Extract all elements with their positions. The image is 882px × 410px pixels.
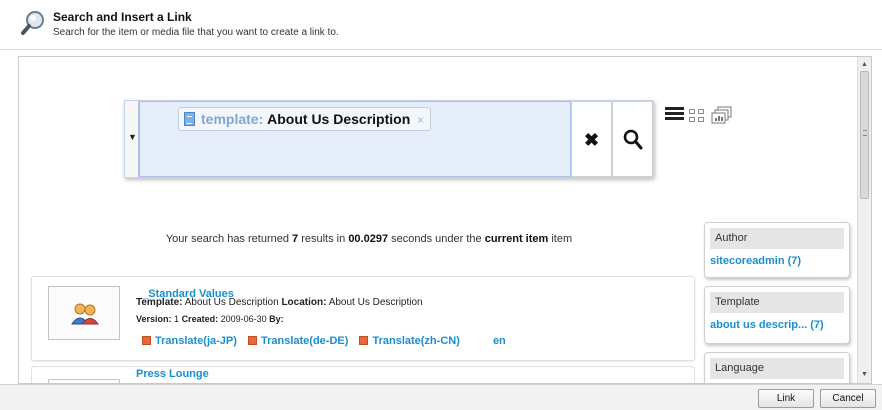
grid-view-icon[interactable] [689, 109, 706, 123]
scroll-up-icon[interactable]: ▲ [858, 59, 871, 71]
facet-template: Template about us descrip... (7) [704, 286, 850, 344]
facet-header: Language [710, 358, 844, 379]
translate-icon [359, 336, 369, 345]
search-options-dropdown[interactable]: ▼ [125, 101, 139, 177]
search-content-panel: ▼ template: About Us Description × ✖ You… [18, 56, 872, 384]
scroll-down-icon[interactable]: ▼ [858, 369, 871, 381]
translate-link[interactable]: Translate(de-DE) [247, 335, 348, 347]
translate-link[interactable]: Translate(ja-JP) [142, 335, 237, 347]
language-links: Translate(ja-JP) Translate(de-DE) Transl… [142, 335, 506, 347]
search-icon [623, 129, 643, 150]
result-item[interactable]: Press Lounge [31, 366, 695, 383]
translate-link[interactable]: Translate(zh-CN) [359, 335, 460, 347]
clear-search-button[interactable]: ✖ [571, 101, 612, 177]
result-title[interactable]: Press Lounge [136, 368, 209, 380]
facet-header: Author [710, 228, 844, 249]
current-language-link[interactable]: en [493, 335, 506, 347]
translate-icon [247, 336, 257, 345]
dialog-subtitle: Search for the item or media file that y… [53, 27, 339, 38]
search-input[interactable]: template: About Us Description × [139, 101, 571, 177]
facet-value-link[interactable]: sitecoreadmin (7) [705, 249, 849, 267]
result-thumbnail[interactable] [48, 286, 120, 340]
link-button[interactable]: Link [758, 389, 814, 408]
search-button[interactable] [612, 101, 653, 177]
magnifier-icon [21, 11, 44, 35]
result-template-location: Template: About Us Description Location:… [136, 297, 423, 308]
facet-value-link[interactable]: about us descrip... (7) [705, 313, 849, 331]
search-box: ▼ template: About Us Description × ✖ [124, 100, 654, 178]
facet-header: Template [710, 292, 844, 313]
facet-author: Author sitecoreadmin (7) [704, 222, 850, 278]
results-summary: Your search has returned 7 results in 00… [165, 233, 573, 245]
dropdown-arrow-icon: ▼ [128, 132, 137, 142]
dialog-header: Search and Insert a Link Search for the … [0, 0, 882, 50]
search-token-template[interactable]: template: About Us Description × [178, 107, 432, 131]
dialog-footer: Link Cancel [0, 384, 882, 410]
translate-icon [142, 336, 151, 345]
vertical-scrollbar[interactable]: ▲ ▼ [857, 57, 871, 383]
result-version-info: Version: 1 Created: 2009-06-30 By: [136, 314, 284, 324]
cancel-button[interactable]: Cancel [820, 389, 876, 408]
facet-language: Language [704, 352, 850, 383]
detail-view-icon[interactable] [711, 106, 733, 124]
token-value: About Us Description [267, 111, 411, 127]
dialog-title: Search and Insert a Link [53, 10, 192, 24]
document-icon [184, 112, 195, 126]
token-key: template: [201, 111, 264, 127]
token-remove-icon[interactable]: × [417, 113, 424, 127]
users-icon [71, 303, 99, 325]
scroll-thumb[interactable] [860, 71, 869, 199]
result-item[interactable]: __Standard Values Template: About Us Des… [31, 276, 695, 361]
list-view-icon[interactable] [665, 107, 684, 123]
